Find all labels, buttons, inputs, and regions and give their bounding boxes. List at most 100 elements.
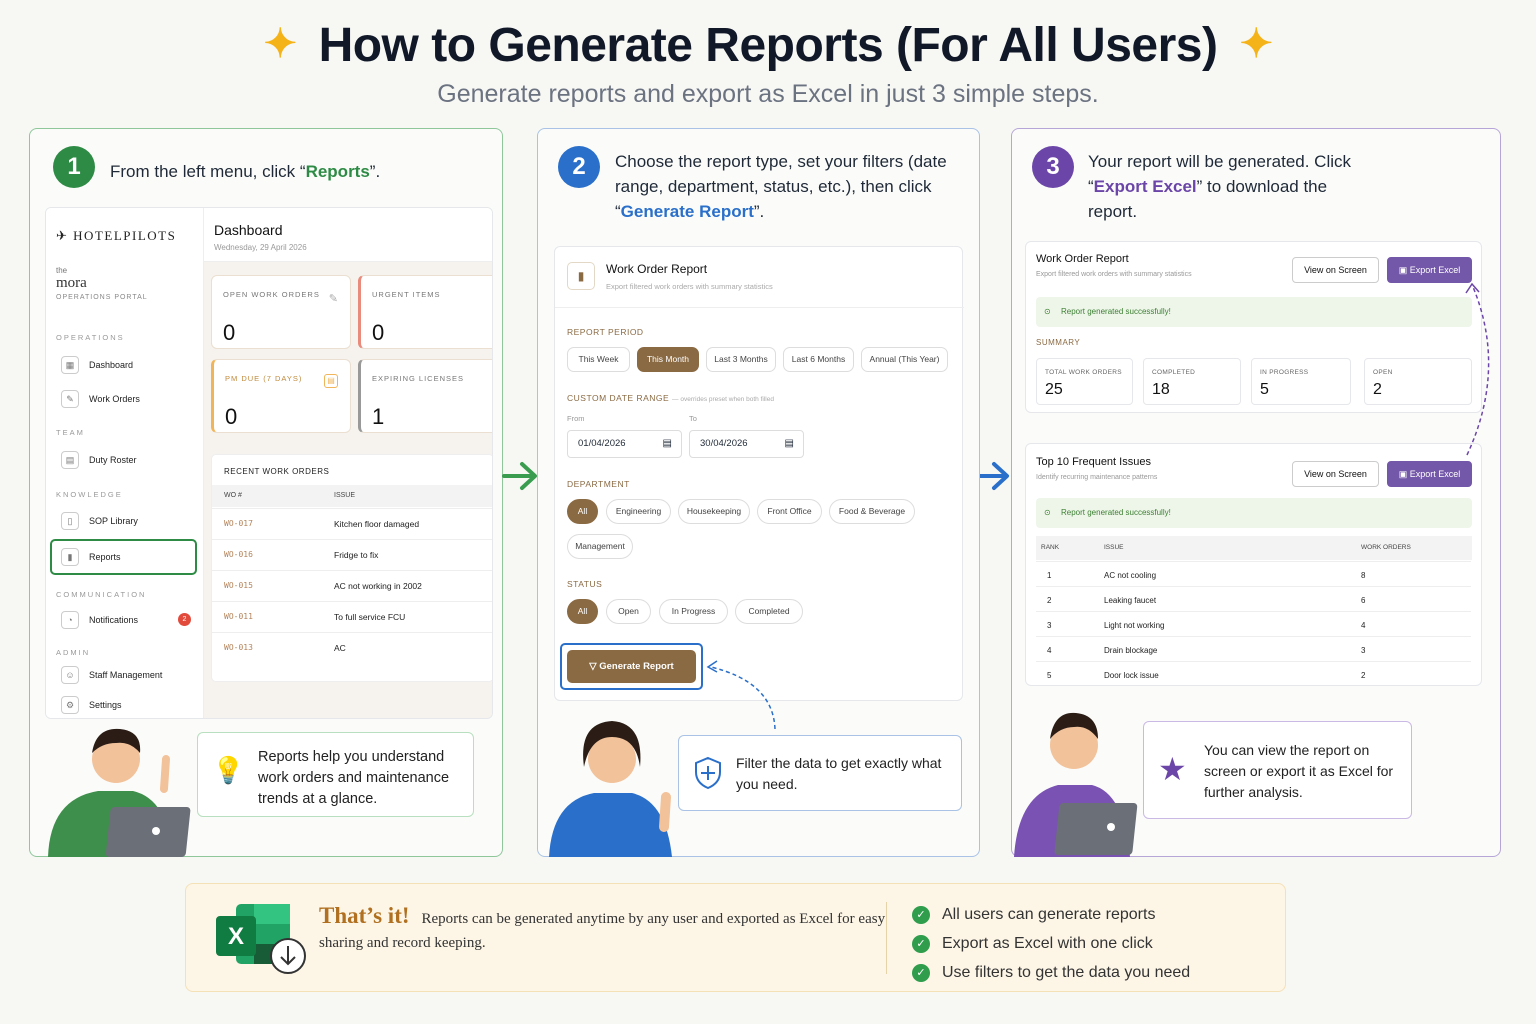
sidebar-item-staff-management[interactable]: ☺ Staff Management bbox=[56, 660, 196, 690]
success-message: ⊙ Report generated successfully! bbox=[1036, 297, 1472, 327]
generate-report-button[interactable]: ▽ Generate Report bbox=[567, 650, 696, 683]
sidebar-item-notifications[interactable]: ◔ Notifications 2 bbox=[56, 605, 196, 635]
step-3-panel: 3 Your report will be generated. Click “… bbox=[1011, 128, 1501, 857]
dept-housekeeping[interactable]: Housekeeping bbox=[678, 499, 750, 524]
sidebar-item-work-orders[interactable]: ✎ Work Orders bbox=[56, 384, 196, 414]
bar-chart-icon: ▮ bbox=[61, 548, 79, 566]
sidebar: ✈ HOTELPILOTS the mora OPERATIONS PORTAL… bbox=[46, 208, 204, 718]
table-row[interactable]: 4 Drain blockage 3 bbox=[1036, 636, 1471, 661]
step-1-panel: 1 From the left menu, click “Reports”. ✈… bbox=[29, 128, 503, 857]
tip-box: ★ You can view the report on screen or e… bbox=[1143, 721, 1412, 819]
dept-engineering[interactable]: Engineering bbox=[606, 499, 671, 524]
dept-food-beverage[interactable]: Food & Beverage bbox=[829, 499, 915, 524]
status-open[interactable]: Open bbox=[606, 599, 651, 624]
shield-icon bbox=[695, 756, 721, 790]
grid-icon: ▦ bbox=[61, 356, 79, 374]
check-item: ✓ Export as Excel with one click bbox=[912, 929, 1190, 958]
tip-box: 💡 Reports help you understand work order… bbox=[197, 732, 474, 817]
gear-icon: ⚙ bbox=[61, 696, 79, 714]
status-in-progress[interactable]: In Progress bbox=[659, 599, 728, 624]
calendar-icon: ▤ bbox=[61, 451, 79, 469]
view-on-screen-button[interactable]: View on Screen bbox=[1292, 257, 1379, 283]
summary-completed: COMPLETED 18 bbox=[1143, 358, 1241, 405]
period-last-6-months[interactable]: Last 6 Months bbox=[783, 347, 854, 372]
dept-management[interactable]: Management bbox=[567, 534, 633, 559]
to-date-input[interactable]: 30/04/2026 ▤ bbox=[689, 430, 804, 458]
step-instruction: From the left menu, click “Reports”. bbox=[110, 162, 381, 181]
book-icon: ▯ bbox=[61, 512, 79, 530]
sidebar-item-dashboard[interactable]: ▦ Dashboard bbox=[56, 350, 196, 380]
filter-icon: ▽ bbox=[589, 661, 597, 672]
custom-range-label: CUSTOM DATE RANGE — overrides preset whe… bbox=[567, 393, 774, 403]
dashed-arrow bbox=[706, 660, 776, 730]
sidebar-item-sop-library[interactable]: ▯ SOP Library bbox=[56, 506, 196, 536]
check-icon: ✓ bbox=[912, 934, 930, 953]
table-row[interactable]: 5 Door lock issue 2 bbox=[1036, 661, 1471, 686]
notification-badge: 2 bbox=[178, 613, 191, 626]
top-issues-report-card: Top 10 Frequent Issues Identify recurrin… bbox=[1025, 443, 1482, 686]
table-row[interactable]: 1 AC not cooling 8 bbox=[1036, 561, 1471, 586]
page-subtitle: Generate reports and export as Excel in … bbox=[437, 80, 1099, 108]
wrench-icon: ✎ bbox=[328, 293, 338, 305]
sidebar-item-duty-roster[interactable]: ▤ Duty Roster bbox=[56, 445, 196, 475]
table-row[interactable]: WO-015 AC not working in 2002 bbox=[212, 570, 492, 601]
status-completed[interactable]: Completed bbox=[735, 599, 803, 624]
lightbulb-icon: 💡 bbox=[212, 755, 245, 785]
star-icon: ★ bbox=[1158, 751, 1187, 787]
status-all[interactable]: All bbox=[567, 599, 598, 624]
period-this-week[interactable]: This Week bbox=[567, 347, 630, 372]
from-date-input[interactable]: 01/04/2026 ▤ bbox=[567, 430, 682, 458]
success-message: ⊙ Report generated successfully! bbox=[1036, 498, 1472, 528]
svg-text:X: X bbox=[228, 923, 244, 950]
footer-checklist: ✓ All users can generate reports ✓ Export … bbox=[912, 900, 1190, 987]
excel-icon: ▣ bbox=[1398, 265, 1408, 275]
dashed-arrow bbox=[1465, 282, 1490, 456]
check-circle-icon: ⊙ bbox=[1044, 508, 1051, 517]
table-row[interactable]: WO-011 To full service FCU bbox=[212, 601, 492, 632]
recent-work-orders-table: RECENT WORK ORDERS WO # ISSUE WO-017 Kitc… bbox=[211, 454, 492, 682]
step-number: 3 bbox=[1032, 146, 1074, 188]
arrow-right-icon bbox=[502, 462, 537, 490]
excel-icon: ▣ bbox=[1398, 469, 1408, 479]
summary-open: OPEN 2 bbox=[1364, 358, 1472, 405]
step-number: 2 bbox=[558, 146, 600, 188]
sidebar-item-settings[interactable]: ⚙ Settings bbox=[56, 690, 196, 718]
dept-front-office[interactable]: Front Office bbox=[757, 499, 822, 524]
step-2-panel: 2 Choose the report type, set your filte… bbox=[537, 128, 980, 857]
stat-open-work-orders: OPEN WORK ORDERS 0 ✎ bbox=[211, 275, 351, 349]
step-number: 1 bbox=[53, 146, 95, 188]
table-row[interactable]: 2 Leaking faucet 6 bbox=[1036, 586, 1471, 611]
check-item: ✓ Use filters to get the data you need bbox=[912, 958, 1190, 987]
person-illustration bbox=[48, 728, 191, 857]
dept-all[interactable]: All bbox=[567, 499, 598, 524]
person-illustration bbox=[549, 721, 672, 857]
table-row[interactable]: WO-017 Kitchen floor damaged bbox=[212, 508, 492, 539]
view-on-screen-button[interactable]: View on Screen bbox=[1292, 461, 1379, 487]
check-circle-icon: ⊙ bbox=[1044, 307, 1051, 316]
bell-icon: ◔ bbox=[61, 611, 79, 629]
period-annual[interactable]: Annual (This Year) bbox=[861, 347, 948, 372]
wrench-icon: ✎ bbox=[61, 390, 79, 408]
calendar-icon: ▤ bbox=[784, 438, 794, 449]
table-row[interactable]: 3 Light not working 4 bbox=[1036, 611, 1471, 636]
page-title: ✦ How to Generate Reports (For All Users)… bbox=[263, 19, 1273, 72]
app-logo: ✈ HOTELPILOTS bbox=[56, 228, 177, 243]
bar-chart-icon: ▮ bbox=[567, 262, 595, 290]
calendar-icon: ▤ bbox=[662, 438, 672, 449]
calendar-icon: ▤ bbox=[324, 374, 338, 388]
stat-expiring-licenses: EXPIRING LICENSES 1 bbox=[358, 359, 492, 433]
stat-pm-due: PM DUE (7 DAYS) 0 ▤ bbox=[211, 359, 351, 433]
sparkle-icon: ✦ bbox=[263, 22, 298, 67]
work-order-report-card: Work Order Report Export filtered work o… bbox=[1025, 241, 1482, 413]
property-name: mora bbox=[56, 275, 87, 291]
stat-urgent-items: URGENT ITEMS 0 bbox=[358, 275, 492, 349]
summary-in-progress: IN PROGRESS 5 bbox=[1251, 358, 1351, 405]
period-last-3-months[interactable]: Last 3 Months bbox=[706, 347, 776, 372]
footer-text: That’s it! Reports can be generated anyti… bbox=[319, 903, 886, 952]
table-row[interactable]: WO-013 AC bbox=[212, 632, 492, 663]
export-excel-button[interactable]: ▣ Export Excel bbox=[1387, 461, 1472, 487]
period-this-month[interactable]: This Month bbox=[637, 347, 699, 372]
table-row[interactable]: WO-016 Fridge to fix bbox=[212, 539, 492, 570]
sidebar-item-reports[interactable]: ▮ Reports bbox=[50, 539, 197, 575]
check-item: ✓ All users can generate reports bbox=[912, 900, 1190, 929]
